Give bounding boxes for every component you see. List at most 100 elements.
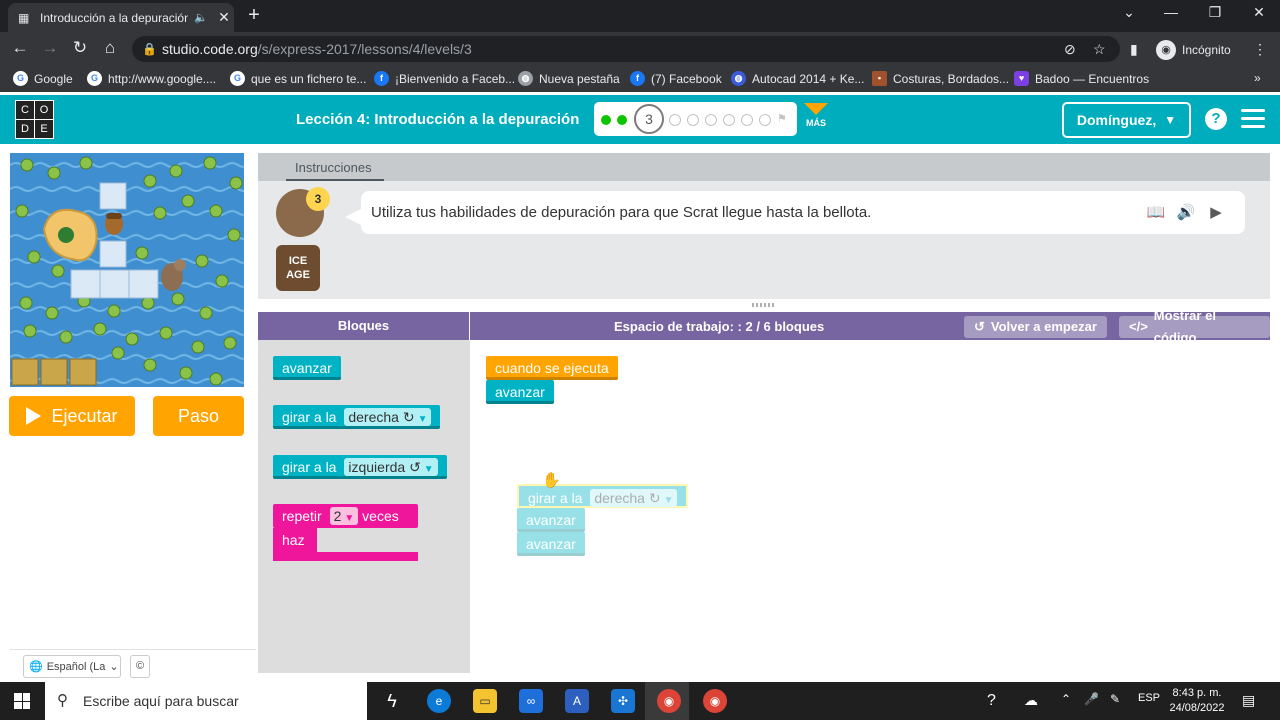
play-audio-icon[interactable]: ▶ bbox=[1205, 202, 1227, 224]
address-bar[interactable]: studio.code.org/s/express-2017/lessons/4… bbox=[132, 36, 1120, 62]
incognito-label: Incógnito bbox=[1182, 43, 1231, 57]
direction-dropdown[interactable]: derecha ↻ ▼ bbox=[590, 489, 678, 507]
step-button[interactable]: Paso bbox=[153, 396, 244, 436]
level-dot[interactable] bbox=[705, 114, 717, 126]
chevron-up-icon[interactable]: ⌃ bbox=[1061, 692, 1071, 706]
game-canvas bbox=[10, 153, 244, 387]
star-icon[interactable]: ☆ bbox=[1093, 41, 1106, 58]
level-dot[interactable] bbox=[669, 114, 681, 126]
reset-workspace-button[interactable]: ↺ Volver a empezar bbox=[964, 316, 1107, 338]
dragged-move-forward-block[interactable]: avanzar bbox=[517, 508, 585, 532]
show-code-button[interactable]: </> Mostrar el código bbox=[1119, 308, 1270, 345]
tab-title: Introducción a la depuración bbox=[40, 10, 189, 25]
google-icon: G bbox=[87, 71, 102, 86]
minimize-button[interactable]: — bbox=[1156, 4, 1186, 20]
close-tab-icon[interactable]: ✕ bbox=[214, 9, 234, 26]
code-icon: </> bbox=[1129, 319, 1148, 334]
puzzle-app-icon[interactable]: ✣ bbox=[611, 689, 635, 713]
repeat-block[interactable]: repetir 2 ▼ veces haz bbox=[273, 504, 418, 562]
google-icon: G bbox=[13, 71, 28, 86]
lightning-app-icon[interactable]: ϟ bbox=[380, 689, 404, 713]
bookmark-label: Nueva pestaña bbox=[539, 71, 620, 86]
user-menu-button[interactable]: Domínguez, ▼ bbox=[1062, 102, 1191, 138]
microphone-icon[interactable]: 🎤 bbox=[1084, 692, 1099, 706]
repeat-label: repetir bbox=[282, 508, 322, 524]
current-level-bubble[interactable]: 3 bbox=[634, 104, 664, 134]
bookmark-item[interactable]: Ghttp://www.google.... bbox=[87, 71, 216, 86]
direction-value: derecha ↻ bbox=[348, 409, 415, 425]
bookmark-item[interactable]: ◍ Autocad 2014 + Ke... bbox=[731, 71, 864, 86]
edge-icon[interactable]: e bbox=[427, 689, 451, 713]
lock-icon[interactable]: 🔒 bbox=[142, 42, 157, 56]
bookmark-item[interactable]: f ¡Bienvenido a Faceb... bbox=[374, 71, 515, 86]
tab-search-icon[interactable]: ⌄ bbox=[1114, 4, 1144, 21]
dragged-move-forward-block[interactable]: avanzar bbox=[517, 532, 585, 556]
clock[interactable]: 8:43 p. m. 24/08/2022 bbox=[1162, 686, 1232, 716]
chrome-icon[interactable]: ◉ bbox=[657, 689, 681, 713]
turn-right-block[interactable]: girar a la derecha ↻ ▼ bbox=[273, 405, 441, 429]
lesson-title[interactable]: Lección 4: Introducción a la depuración bbox=[296, 111, 579, 128]
direction-dropdown[interactable]: derecha ↻ ▼ bbox=[344, 408, 432, 426]
chevron-down-icon: ⌄ bbox=[109, 661, 119, 673]
notifications-icon[interactable]: ▤ bbox=[1242, 692, 1255, 709]
hint-lightbulb-icon[interactable]: 3 bbox=[306, 187, 330, 211]
more-levels-button[interactable]: MÁS bbox=[803, 103, 829, 128]
language-indicator[interactable]: ESP bbox=[1138, 692, 1160, 704]
chrome-icon[interactable]: ◉ bbox=[703, 689, 727, 713]
level-complete-dot[interactable] bbox=[601, 115, 611, 125]
app-icon[interactable]: ∞ bbox=[519, 689, 543, 713]
level-dot[interactable] bbox=[723, 114, 735, 126]
help-icon[interactable]: ? bbox=[1205, 108, 1227, 130]
bookmark-item[interactable]: G Google bbox=[13, 71, 73, 86]
caret-down-icon bbox=[804, 103, 828, 115]
taskbar-search-input[interactable]: ⚲ Escribe aquí para buscar bbox=[45, 682, 367, 720]
flag-icon[interactable]: ⚑ bbox=[777, 112, 787, 125]
volume-icon[interactable]: 🔊 bbox=[1175, 202, 1197, 224]
incognito-indicator[interactable]: ◉ Incógnito bbox=[1156, 38, 1231, 62]
side-panel-icon[interactable]: ▮ bbox=[1130, 41, 1138, 58]
new-tab-button[interactable]: + bbox=[244, 4, 264, 27]
run-button[interactable]: Ejecutar bbox=[9, 396, 135, 436]
clock-date: 24/08/2022 bbox=[1169, 702, 1225, 714]
eye-off-icon[interactable]: ⊘ bbox=[1064, 41, 1076, 58]
code-org-logo[interactable]: C O D E bbox=[15, 100, 54, 139]
restore-button[interactable]: ❐ bbox=[1200, 4, 1230, 21]
forward-icon[interactable]: → bbox=[39, 38, 61, 58]
more-bookmarks-icon[interactable]: » bbox=[1254, 71, 1261, 85]
browser-tab[interactable]: ▦ Introducción a la depuración 🔈 ✕ bbox=[8, 3, 234, 32]
level-dot[interactable] bbox=[687, 114, 699, 126]
direction-dropdown[interactable]: izquierda ↺ ▼ bbox=[344, 458, 438, 476]
cloud-icon[interactable]: ☁ bbox=[1024, 692, 1038, 709]
close-window-button[interactable]: ✕ bbox=[1244, 4, 1274, 21]
file-explorer-icon[interactable]: ▭ bbox=[473, 689, 497, 713]
menu-dots-icon[interactable]: ⋮ bbox=[1253, 41, 1267, 58]
copyright-button[interactable]: © bbox=[130, 655, 150, 678]
immersive-reader-icon[interactable]: 📖 bbox=[1145, 202, 1167, 224]
level-complete-dot[interactable] bbox=[617, 115, 627, 125]
resize-handle[interactable] bbox=[752, 303, 774, 307]
level-dot[interactable] bbox=[741, 114, 753, 126]
bookmark-item[interactable]: f (7) Facebook bbox=[630, 71, 722, 86]
when-run-block[interactable]: cuando se ejecuta bbox=[486, 356, 618, 380]
repeat-count-dropdown[interactable]: 2 ▼ bbox=[329, 507, 359, 525]
turn-left-block[interactable]: girar a la izquierda ↺ ▼ bbox=[273, 455, 447, 479]
move-forward-block[interactable]: avanzar bbox=[273, 356, 341, 380]
hamburger-menu-icon[interactable] bbox=[1241, 109, 1265, 133]
workspace-canvas[interactable]: cuando se ejecuta avanzar girar a la der… bbox=[470, 340, 1270, 682]
bookmark-item[interactable]: Gque es un fichero te... bbox=[230, 71, 366, 86]
reload-icon[interactable]: ↻ bbox=[69, 38, 91, 58]
bookmark-item[interactable]: ◍ Nueva pestaña bbox=[518, 71, 620, 86]
back-icon[interactable]: ← bbox=[9, 38, 31, 58]
windows-start-icon[interactable] bbox=[14, 693, 30, 709]
bookmark-item[interactable]: ▪ Costuras, Bordados... bbox=[872, 71, 1009, 86]
language-select[interactable]: 🌐 Español (La ⌄ bbox=[23, 655, 121, 678]
tab-instructions[interactable]: Instrucciones bbox=[295, 160, 372, 175]
home-icon[interactable]: ⌂ bbox=[99, 38, 121, 58]
help-tray-icon[interactable]: ? bbox=[987, 692, 996, 710]
speaker-icon[interactable]: 🔈 bbox=[194, 11, 208, 24]
level-dot[interactable] bbox=[759, 114, 771, 126]
pen-icon[interactable]: ✎ bbox=[1110, 692, 1120, 706]
bookmark-item[interactable]: ♥ Badoo — Encuentros bbox=[1014, 71, 1149, 86]
move-forward-block[interactable]: avanzar bbox=[486, 380, 554, 404]
autocad-icon[interactable]: A bbox=[565, 689, 589, 713]
